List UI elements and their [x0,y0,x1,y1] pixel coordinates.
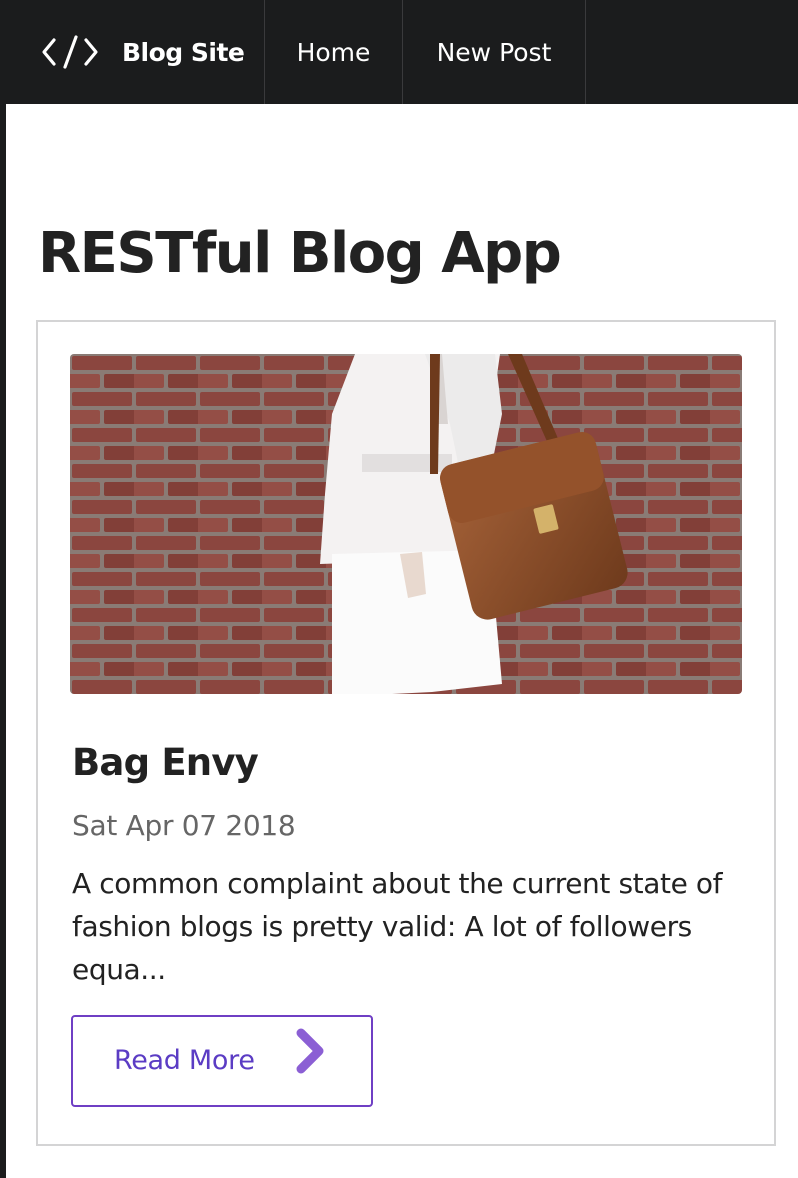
brand-link[interactable]: Blog Site [0,0,265,104]
post-date: Sat Apr 07 2018 [72,809,296,842]
read-more-label: Read More [114,1045,255,1076]
page-title: RESTful Blog App [38,221,562,286]
top-navbar: Blog Site Home New Post [0,0,798,104]
blog-post-card: Bag Envy Sat Apr 07 2018 A common compla… [36,320,776,1146]
post-image[interactable] [70,354,742,694]
nav-item-home[interactable]: Home [265,0,403,104]
read-more-button[interactable]: Read More [71,1015,373,1107]
post-excerpt: A common complaint about the current sta… [72,867,723,986]
brand-name: Blog Site [122,37,245,67]
post-title[interactable]: Bag Envy [72,740,259,786]
page-left-edge [0,0,6,1178]
chevron-right-icon [291,1025,331,1077]
code-icon [40,32,100,72]
nav-item-new-post[interactable]: New Post [403,0,586,104]
